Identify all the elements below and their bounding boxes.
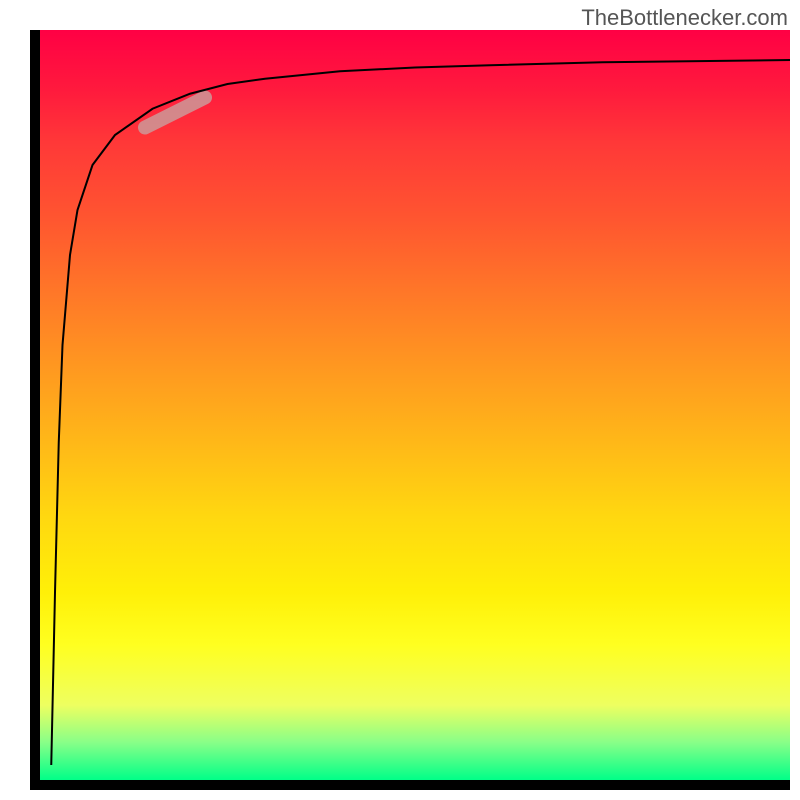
curve-path bbox=[51, 60, 790, 765]
watermark-text: TheBottlenecker.com bbox=[581, 5, 788, 31]
curve-svg bbox=[40, 30, 790, 780]
highlight-marker bbox=[145, 98, 205, 128]
chart-container bbox=[30, 30, 790, 790]
